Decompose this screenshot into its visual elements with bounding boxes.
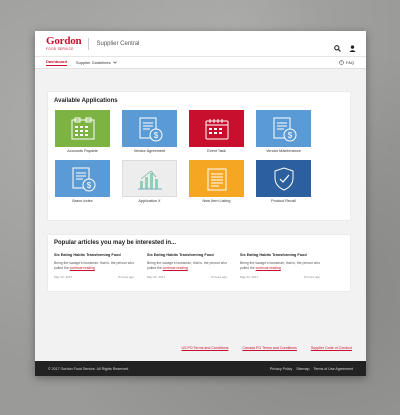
svg-text:$: $	[287, 131, 292, 140]
footer-links: Privacy Policy Sitemap Terms of Use Agre…	[270, 367, 353, 371]
privacy-policy-link[interactable]: Privacy Policy	[270, 367, 292, 371]
canada-po-terms-link[interactable]: Canada PO Terms and Conditions	[242, 346, 296, 350]
article-excerpt: Being the savage's bowsman, that is, the…	[240, 261, 320, 270]
app-tile-vendor-maintenance[interactable]: $ Vendor Maintenance	[256, 110, 311, 153]
tile-image	[55, 110, 110, 147]
article-date: May 22, 2017	[240, 275, 259, 280]
nav-dashboard[interactable]: Dashboard	[46, 59, 67, 66]
tile-image	[189, 160, 244, 197]
continue-reading-link[interactable]: continue reading	[163, 266, 188, 270]
article-item: Six Eating Habits Transforming Food Bein…	[147, 253, 227, 279]
app-window: Gordon FOOD SERVICE Supplier Central Das…	[35, 31, 366, 376]
nav-supplier-guidelines-label: Supplier Guidelines	[75, 60, 111, 65]
document-dollar-icon: $	[72, 167, 95, 191]
tile-image: $	[256, 110, 311, 147]
popular-articles-card: Popular articles you may be interested i…	[48, 235, 350, 291]
nav-supplier-guidelines[interactable]: Supplier Guidelines	[76, 60, 117, 65]
tile-label: Product Recall	[271, 199, 296, 203]
tile-label: Application X	[138, 199, 161, 203]
tile-label: Event Task	[207, 149, 226, 153]
article-age: 8 hours ago	[118, 275, 134, 280]
shield-check-icon	[274, 166, 293, 191]
continue-reading-link[interactable]: continue reading	[256, 266, 281, 270]
calendar-icon	[205, 118, 228, 139]
terms-of-use-link[interactable]: Terms of Use Agreement	[313, 367, 353, 371]
article-title[interactable]: Six Eating Habits Transforming Food	[54, 253, 134, 257]
help-circle-icon: ?	[339, 60, 344, 65]
calculator-icon	[71, 117, 94, 139]
header-divider	[88, 37, 90, 50]
app-tile-product-recall[interactable]: Product Recall	[256, 160, 311, 203]
article-meta: May 22, 2017 8 hours ago	[147, 275, 227, 279]
tile-label: New Item Listing	[202, 199, 231, 203]
sitemap-link[interactable]: Sitemap	[296, 367, 309, 371]
tile-label: Vendor Maintenance	[266, 149, 301, 153]
tile-label: Vendor Agreement	[133, 149, 166, 153]
supplier-code-link[interactable]: Supplier Code of Conduct	[311, 346, 352, 350]
app-tile-application-x[interactable]: Application X	[122, 160, 177, 203]
available-applications-card: Available Applications Accounts Payable	[48, 92, 350, 220]
main-nav: Dashboard Supplier Guidelines ? FAQ	[35, 56, 366, 69]
us-po-terms-link[interactable]: US PO Terms and Conditions	[182, 346, 229, 350]
app-tile-bravo-index[interactable]: $ Bravo Index	[55, 160, 110, 203]
site-footer: © 2017 Gordon Food Service. All Rights R…	[35, 361, 366, 376]
continue-reading-link[interactable]: continue reading	[70, 266, 95, 270]
tile-image: $	[122, 110, 177, 147]
article-title[interactable]: Six Eating Habits Transforming Food	[147, 253, 227, 257]
header-icons	[334, 39, 356, 57]
tile-image: $	[55, 160, 110, 197]
user-icon[interactable]	[349, 39, 356, 57]
nav-faq-label: FAQ	[345, 60, 354, 65]
svg-text:?: ?	[341, 61, 343, 65]
tile-image	[256, 160, 311, 197]
app-tile-accounts-payable[interactable]: Accounts Payable	[55, 110, 110, 153]
article-age: 8 hours ago	[304, 275, 320, 280]
app-tile-vendor-agreement[interactable]: $ Vendor Agreement	[122, 110, 177, 153]
app-tiles: Accounts Payable $ Vendor Agreement Even…	[55, 110, 344, 203]
logo-subtitle: FOOD SERVICE	[46, 46, 74, 51]
logo-word: Gordon	[46, 34, 82, 47]
article-date: May 22, 2017	[147, 275, 166, 280]
tile-label: Accounts Payable	[67, 149, 98, 153]
terms-links: US PO Terms and Conditions Canada PO Ter…	[182, 346, 353, 350]
article-excerpt: Being the savage's bowsman, that is, the…	[54, 261, 134, 270]
tile-image	[122, 160, 177, 197]
nav-faq[interactable]: ? FAQ	[339, 60, 354, 65]
article-meta: May 22, 2017 8 hours ago	[240, 275, 320, 279]
article-meta: May 22, 2017 8 hours ago	[54, 275, 134, 279]
svg-text:$: $	[86, 181, 91, 190]
article-item: Six Eating Habits Transforming Food Bein…	[54, 253, 134, 279]
tile-label: Bravo Index	[72, 199, 93, 203]
app-tile-event-task[interactable]: Event Task	[189, 110, 244, 153]
list-icon	[207, 168, 226, 190]
article-item: Six Eating Habits Transforming Food Bein…	[240, 253, 320, 279]
app-tile-new-item-listing[interactable]: New Item Listing	[189, 160, 244, 203]
site-header: Gordon FOOD SERVICE Supplier Central	[35, 31, 366, 56]
search-icon[interactable]	[334, 39, 341, 57]
bar-chart-icon	[137, 169, 162, 189]
apps-title: Available Applications	[54, 98, 118, 104]
tile-image	[189, 110, 244, 147]
chevron-down-icon	[112, 61, 117, 64]
app-title: Supplier Central	[96, 40, 140, 47]
article-date: May 22, 2017	[54, 275, 73, 280]
document-dollar-icon: $	[273, 117, 296, 141]
articles-title: Popular articles you may be interested i…	[54, 240, 177, 246]
article-excerpt: Being the savage's bowsman, that is, the…	[147, 261, 227, 270]
document-dollar-icon: $	[139, 117, 162, 141]
article-list: Six Eating Habits Transforming Food Bein…	[54, 253, 344, 279]
gordon-logo[interactable]: Gordon FOOD SERVICE	[46, 34, 82, 51]
svg-text:$: $	[153, 131, 158, 140]
copyright-text: © 2017 Gordon Food Service. All Rights R…	[48, 366, 130, 371]
article-title[interactable]: Six Eating Habits Transforming Food	[240, 253, 320, 257]
article-age: 8 hours ago	[211, 275, 227, 280]
